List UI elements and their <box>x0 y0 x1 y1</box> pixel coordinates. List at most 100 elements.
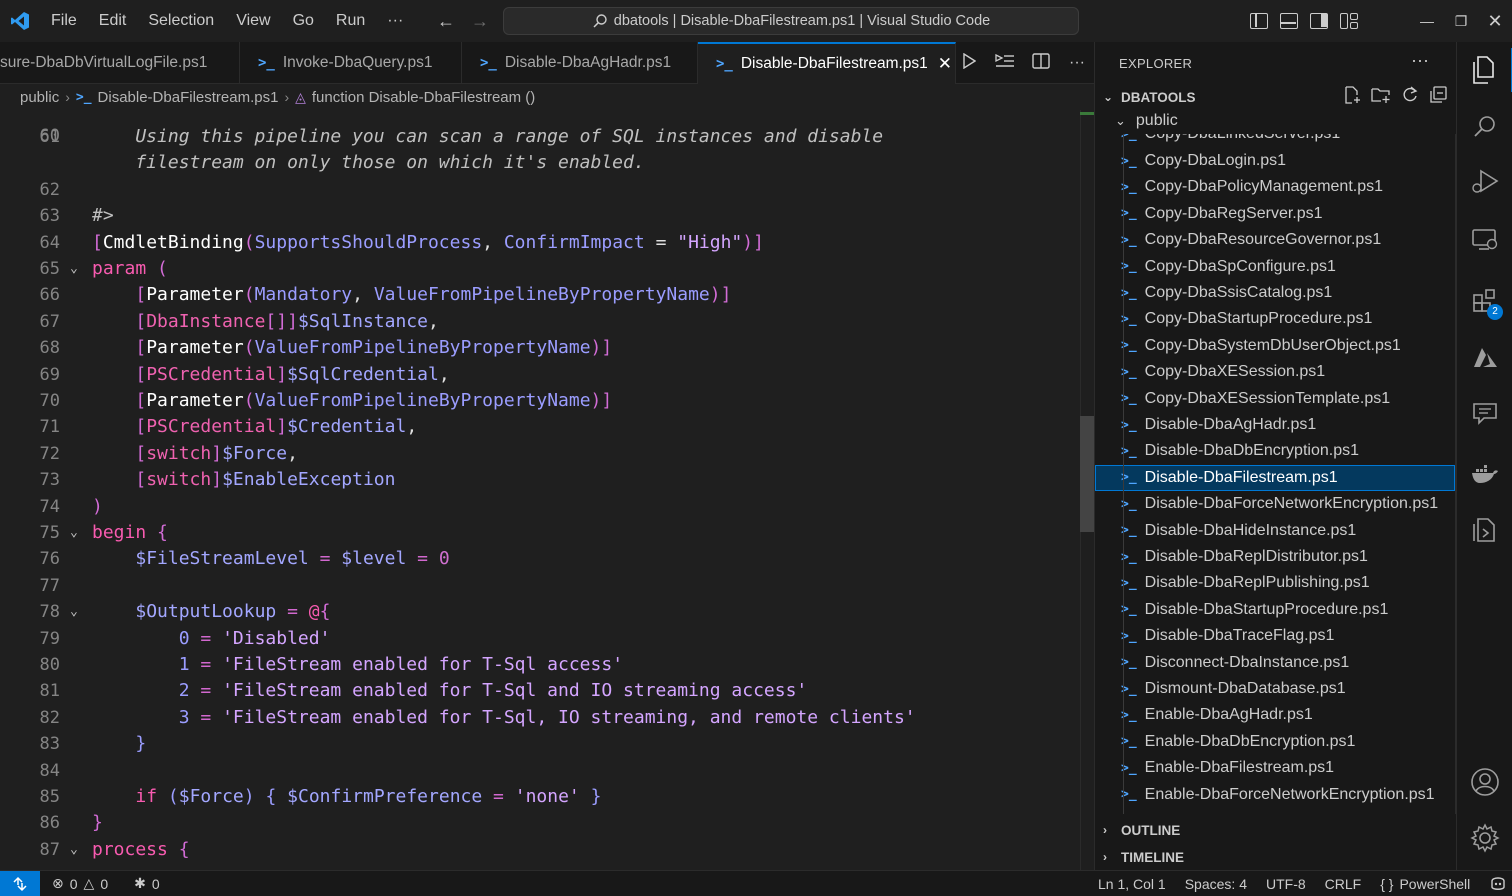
command-center[interactable]: dbatools | Disable-DbaFilestream.ps1 | V… <box>503 7 1079 35</box>
minimize-icon[interactable]: — <box>1410 13 1444 29</box>
back-arrow-icon[interactable]: ← <box>436 11 456 32</box>
code-token: process <box>92 838 168 860</box>
forward-arrow-icon[interactable]: → <box>470 11 490 32</box>
file-item[interactable]: >_ Disable-DbaHideInstance.ps1 <box>1095 518 1455 544</box>
file-item[interactable]: >_ Disable-DbaReplDistributor.ps1 <box>1095 544 1455 570</box>
file-item[interactable]: >_ Dismount-DbaDatabase.ps1 <box>1095 676 1455 702</box>
comments-icon[interactable] <box>1457 392 1512 436</box>
tab-disable-dbaaghadr[interactable]: >_ Disable-DbaAgHadr.ps1 <box>462 42 698 84</box>
tree-indent-guide <box>1123 134 1124 814</box>
file-item[interactable]: >_ Copy-DbaStartupProcedure.ps1 <box>1095 306 1455 332</box>
file-item[interactable]: >_ Copy-DbaResourceGovernor.ps1 <box>1095 227 1455 253</box>
cursor-position[interactable]: Ln 1, Col 1 <box>1098 876 1166 892</box>
remote-explorer-icon[interactable] <box>1457 218 1512 262</box>
file-item-partial[interactable]: >_ Copy-DbaLinkedServer.ps1 <box>1095 134 1455 144</box>
more-actions-icon[interactable]: ··· <box>1066 54 1088 72</box>
code-editor[interactable]: 60 61 Using this pipeline you can scan a… <box>0 110 1094 870</box>
file-item[interactable]: >_ Disable-DbaFilestream.ps1 <box>1095 464 1455 491</box>
new-folder-icon[interactable] <box>1371 86 1391 109</box>
file-item[interactable]: >_ Enable-DbaFilestream.ps1 <box>1095 755 1455 781</box>
explorer-more-icon[interactable]: ··· <box>1411 50 1429 71</box>
folder-public[interactable]: ⌄ public <box>1115 112 1178 130</box>
new-file-icon[interactable] <box>1343 86 1361 109</box>
tab-invoke-dbaquery[interactable]: >_ Invoke-DbaQuery.ps1 <box>240 42 462 84</box>
file-item[interactable]: >_ Copy-DbaXESession.ps1 <box>1095 359 1455 385</box>
refresh-icon[interactable] <box>1401 86 1419 109</box>
menu-file[interactable]: File <box>40 0 88 42</box>
breadcrumb-folder[interactable]: public <box>20 89 59 106</box>
file-item[interactable]: >_ Copy-DbaSsisCatalog.ps1 <box>1095 280 1455 306</box>
toggle-panel-icon[interactable] <box>1280 13 1298 29</box>
file-label: Copy-DbaSpConfigure.ps1 <box>1144 257 1336 275</box>
gear-icon[interactable] <box>1457 816 1512 860</box>
fold-chevron-icon[interactable]: ⌄ <box>70 520 78 546</box>
language-mode[interactable]: { } PowerShell <box>1380 876 1470 892</box>
encoding[interactable]: UTF-8 <box>1266 876 1306 892</box>
menu-run[interactable]: Run <box>325 0 376 42</box>
file-item[interactable]: >_ Disconnect-DbaInstance.ps1 <box>1095 650 1455 676</box>
remote-indicator-icon[interactable] <box>0 870 40 896</box>
editor-scrollbar-thumb[interactable] <box>1080 416 1094 532</box>
toggle-primary-sidebar-icon[interactable] <box>1250 13 1268 29</box>
run-debug-icon[interactable] <box>1457 160 1512 204</box>
menu-selection[interactable]: Selection <box>137 0 225 42</box>
run-selection-icon[interactable] <box>994 53 1016 74</box>
file-item[interactable]: >_ Copy-DbaSystemDbUserObject.ps1 <box>1095 333 1455 359</box>
breadcrumb-file[interactable]: Disable-DbaFilestream.ps1 <box>98 89 279 106</box>
menu-edit[interactable]: Edit <box>88 0 138 42</box>
code-line: 80 1 = 'FileStream enabled for T-Sql acc… <box>0 652 1080 678</box>
toggle-secondary-sidebar-icon[interactable] <box>1310 13 1328 29</box>
file-item[interactable]: >_ Copy-DbaXESessionTemplate.ps1 <box>1095 386 1455 412</box>
braces-icon: { } <box>1380 876 1394 892</box>
file-item[interactable]: >_ Copy-DbaRegServer.ps1 <box>1095 201 1455 227</box>
tab-ensure-dbadbvirtuallogfile[interactable]: sure-DbaDbVirtualLogFile.ps1 <box>0 42 240 84</box>
file-item[interactable]: >_ Disable-DbaTraceFlag.ps1 <box>1095 623 1455 649</box>
line-ending[interactable]: CRLF <box>1325 876 1362 892</box>
timeline-section[interactable]: › TIMELINE <box>1103 844 1184 870</box>
customize-layout-icon[interactable] <box>1340 13 1358 29</box>
file-item[interactable]: >_ Disable-DbaReplPublishing.ps1 <box>1095 570 1455 596</box>
breadcrumb-symbol[interactable]: function Disable-DbaFilestream () <box>312 89 535 106</box>
file-item[interactable]: >_ Enable-DbaForceNetworkEncryption.ps1 <box>1095 782 1455 808</box>
fold-chevron-icon[interactable]: ⌄ <box>70 837 78 863</box>
status-bar: ⊗ 0 △ 0 ✱ 0 Ln 1, Col 1 Spaces: 4 UTF-8 … <box>0 870 1512 896</box>
azure-icon[interactable] <box>1457 336 1512 380</box>
file-item[interactable]: >_ Disable-DbaForceNetworkEncryption.ps1 <box>1095 491 1455 517</box>
tab-disable-dbafilestream[interactable]: >_ Disable-DbaFilestream.ps1 ✕ <box>698 42 956 84</box>
code-line: 87 ⌄ process { <box>0 837 1080 863</box>
file-label: Copy-DbaXESessionTemplate.ps1 <box>1144 389 1391 407</box>
fold-chevron-icon[interactable]: ⌄ <box>70 256 78 282</box>
close-window-icon[interactable]: ✕ <box>1478 11 1512 32</box>
file-item[interactable]: >_ Copy-DbaPolicyManagement.ps1 <box>1095 174 1455 200</box>
fold-chevron-icon[interactable]: ⌄ <box>70 599 78 625</box>
indentation[interactable]: Spaces: 4 <box>1185 876 1247 892</box>
line-number: 84 <box>39 760 60 781</box>
run-icon[interactable] <box>958 52 980 74</box>
workspace-section[interactable]: ⌄ DBATOOLS <box>1103 84 1196 110</box>
file-item[interactable]: >_ Disable-DbaDbEncryption.ps1 <box>1095 438 1455 464</box>
problems-status[interactable]: ⊗ 0 △ 0 ✱ 0 <box>52 875 160 892</box>
split-editor-icon[interactable] <box>1030 52 1052 74</box>
close-tab-icon[interactable]: ✕ <box>938 54 952 74</box>
docker-icon[interactable] <box>1457 452 1512 496</box>
file-item[interactable]: >_ Disable-DbaStartupProcedure.ps1 <box>1095 597 1455 623</box>
extensions-icon[interactable]: 2 <box>1457 278 1512 322</box>
file-item[interactable]: >_ Copy-DbaSpConfigure.ps1 <box>1095 254 1455 280</box>
collapse-all-icon[interactable] <box>1429 86 1447 109</box>
menu-more[interactable]: ··· <box>376 0 414 42</box>
file-item[interactable]: >_ Copy-DbaLogin.ps1 <box>1095 148 1455 174</box>
explorer-icon[interactable] <box>1457 48 1512 92</box>
outline-section[interactable]: › OUTLINE <box>1103 817 1180 843</box>
account-icon[interactable] <box>1457 760 1512 804</box>
file-label: Disable-DbaForceNetworkEncryption.ps1 <box>1144 495 1439 513</box>
restore-icon[interactable]: ❐ <box>1444 13 1478 30</box>
notebook-icon[interactable] <box>1457 508 1512 552</box>
search-icon[interactable] <box>1457 104 1512 148</box>
file-item[interactable]: >_ Enable-DbaDbEncryption.ps1 <box>1095 729 1455 755</box>
file-item[interactable]: >_ Disable-DbaAgHadr.ps1 <box>1095 412 1455 438</box>
copilot-icon[interactable] <box>1489 875 1507 894</box>
menu-go[interactable]: Go <box>282 0 325 42</box>
menu-view[interactable]: View <box>225 0 281 42</box>
file-item[interactable]: >_ Enable-DbaAgHadr.ps1 <box>1095 702 1455 728</box>
